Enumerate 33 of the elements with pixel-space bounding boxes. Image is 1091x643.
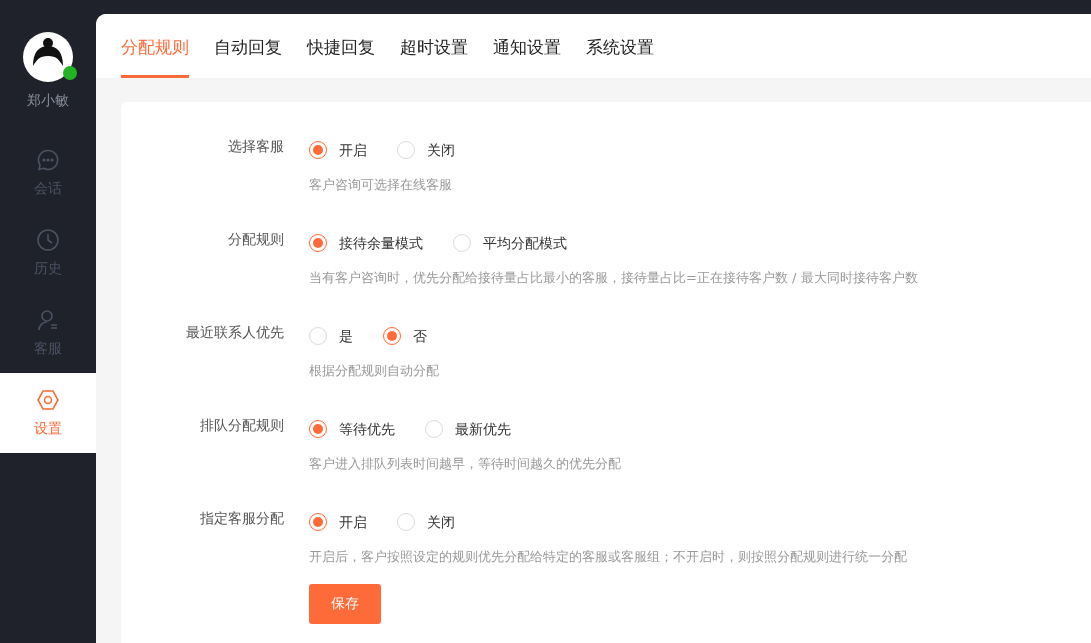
radio-label: 平均分配模式	[483, 233, 567, 253]
clock-icon	[36, 227, 60, 252]
tab[interactable]: 快捷回复	[307, 14, 375, 78]
radio-label: 关闭	[427, 512, 455, 532]
radio-label: 接待余量模式	[339, 233, 423, 253]
user-icon	[36, 307, 60, 332]
radio-label: 开启	[339, 512, 367, 532]
radio-label: 等待优先	[339, 419, 395, 439]
save-button[interactable]: 保存	[309, 583, 381, 624]
radio-label: 否	[413, 326, 427, 346]
chat-bubble-icon	[36, 147, 60, 172]
field-description: 当有客户咨询时，优先分配给接待量占比最小的客服，接待量占比=正在接待客户数 / 最大同时接待客户数	[309, 269, 918, 287]
radio-label: 是	[339, 326, 353, 346]
user-name: 郑小敏	[27, 91, 69, 110]
radio-label: 关闭	[427, 140, 455, 160]
radio-label: 开启	[339, 140, 367, 160]
tab[interactable]: 超时设置	[400, 14, 468, 78]
field-description: 客户咨询可选择在线客服	[309, 176, 453, 194]
field-label: 排队分配规则	[199, 416, 284, 435]
field-label: 分配规则	[227, 230, 284, 249]
avatar-icon	[23, 32, 73, 82]
field-label: 指定客服分配	[199, 509, 284, 528]
field-label: 选择客服	[227, 137, 284, 156]
tab[interactable]: 通知设置	[493, 14, 561, 78]
tab[interactable]: 分配规则	[121, 14, 189, 78]
radio-label: 最新优先	[455, 419, 511, 439]
field-description: 客户进入排队列表时间越早，等待时间越久的优先分配	[309, 455, 621, 473]
settings-icon	[36, 387, 60, 412]
field-label: 最近联系人优先	[185, 323, 284, 342]
sidebar-item[interactable]: 设置	[0, 373, 96, 453]
tab[interactable]: 系统设置	[586, 14, 654, 78]
tab[interactable]: 自动回复	[214, 14, 282, 78]
field-description: 根据分配规则自动分配	[309, 362, 439, 380]
